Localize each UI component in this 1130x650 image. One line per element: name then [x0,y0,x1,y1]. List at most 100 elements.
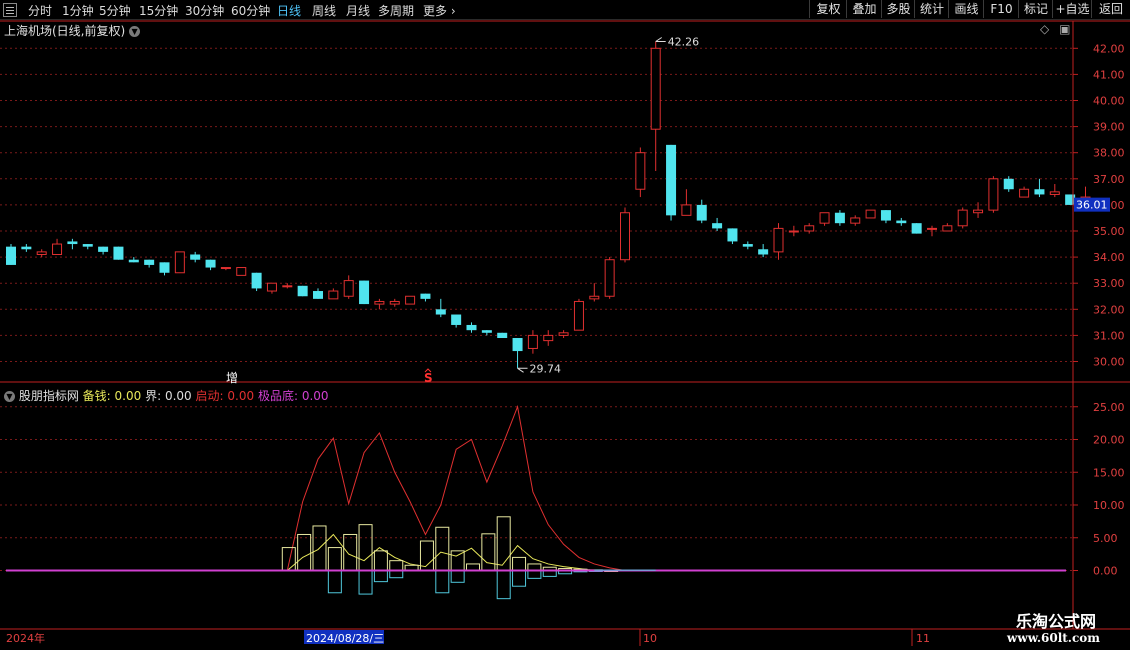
candle-up [266,282,277,292]
candle-down [497,332,508,339]
candle-up [620,212,630,261]
indicator-bar [327,547,342,572]
candle-up [282,285,293,288]
candle-down [481,330,492,333]
candle-down [1034,189,1045,195]
candle-up [389,300,400,305]
candle-up [681,204,692,216]
field-name: 极品底: [257,389,298,403]
candle-up [865,209,876,219]
kline-chart[interactable]: 30.0031.0032.0033.0034.0035.0036.0037.00… [0,0,1130,650]
candle-down [911,223,922,234]
candle-up [558,332,569,336]
candle-down [359,280,370,305]
candle-up [1049,191,1060,195]
date-label: 10 [643,632,657,645]
candle-up [220,267,231,270]
field-name: 界: [145,389,162,403]
candle-down [21,246,32,250]
candle-down [696,204,707,221]
candle-up [236,267,247,276]
indicator-tick-label: 20.00 [1093,434,1125,447]
candle-down [666,144,677,216]
candle-up [650,47,661,130]
candle-down [512,338,523,352]
price-panel-tools[interactable]: ◇ ▣ [1040,22,1070,36]
candle-down [297,285,308,297]
price-tick-label: 41.00 [1093,68,1125,81]
indicator-bar [389,560,404,571]
candle-up [635,152,646,190]
settings-icon[interactable]: ▣ [1059,22,1070,36]
candle-up [405,295,416,305]
candle-down [451,314,462,325]
indicator-bar [358,570,373,595]
candle-down [712,223,723,229]
diamond-icon[interactable]: ◇ [1040,22,1049,36]
field-value: 0.00 [227,389,255,403]
candle-down [159,262,170,273]
indicator-bar [527,570,542,579]
high-price-label: 42.26 [668,36,700,49]
indicator-bar [281,547,296,572]
indicator-field-jipindi: 极品底: 0.00 [258,389,329,403]
candle-up [957,209,968,227]
indicator-bar [512,570,527,587]
price-tick-label: 40.00 [1093,95,1125,108]
field-name: 备钱: [82,389,111,403]
candle-down [742,244,753,247]
candle-up [804,225,815,232]
chevron-down-icon[interactable]: ▼ [4,391,15,402]
price-tick-label: 33.00 [1093,277,1125,290]
candle-up [174,251,185,274]
candle-up [374,300,385,305]
candle-down [727,228,738,242]
candle-up [942,225,953,232]
candle-down [1003,178,1014,190]
field-value: 0.00 [301,389,329,403]
low-price-label: 29.74 [530,362,562,375]
candle-down [758,249,769,255]
candle-up [527,334,538,349]
chevron-down-icon[interactable]: ▼ [129,26,141,37]
field-name: 启动: [195,389,224,403]
candle-down [834,212,845,224]
date-label: 2024年 [6,631,45,645]
indicator-bar [512,556,527,572]
indicator-field-qidong: 启动: 0.00 [196,389,255,403]
candle-down [313,291,323,299]
indicator-bar [343,533,358,571]
price-tick-label: 37.00 [1093,173,1125,186]
candle-up [573,300,584,331]
candle-down [251,272,262,289]
current-price-label: 36.01 [1076,199,1108,212]
indicator-tick-label: 15.00 [1093,466,1125,479]
candle-up [927,227,937,230]
candle-down [205,259,216,268]
indicator-bar [297,533,312,571]
watermark-title: 乐淘公式网 [1015,612,1096,631]
indicator-tick-label: 0.00 [1093,565,1118,578]
price-tick-label: 38.00 [1093,147,1125,160]
candle-up [589,295,600,300]
indicator-tick-label: 25.00 [1093,401,1125,414]
candle-up [328,290,339,300]
indicator-bar [481,533,496,572]
low-marker [517,367,528,373]
indicator-bar [389,570,404,579]
candle-down [466,324,477,331]
price-panel-title[interactable]: 上海机场(日线,前复权) ▼ [4,22,141,39]
candle-up [1019,188,1030,198]
price-tick-label: 35.00 [1093,225,1125,238]
indicator-line [286,533,625,571]
price-tick-label: 32.00 [1093,303,1125,316]
watermark-url: www.60lt.com [1007,631,1100,645]
candle-down [144,259,155,265]
indicator-line [286,404,626,571]
candle-up [52,243,63,255]
candle-down [82,244,93,247]
price-tick-label: 30.00 [1093,356,1125,369]
candle-down [113,246,124,260]
indicator-bar [373,570,388,583]
indicator-panel-title[interactable]: ▼ 股朋指标网 备钱: 0.00 界: 0.00 启动: 0.00 极品底: 0… [4,387,329,404]
